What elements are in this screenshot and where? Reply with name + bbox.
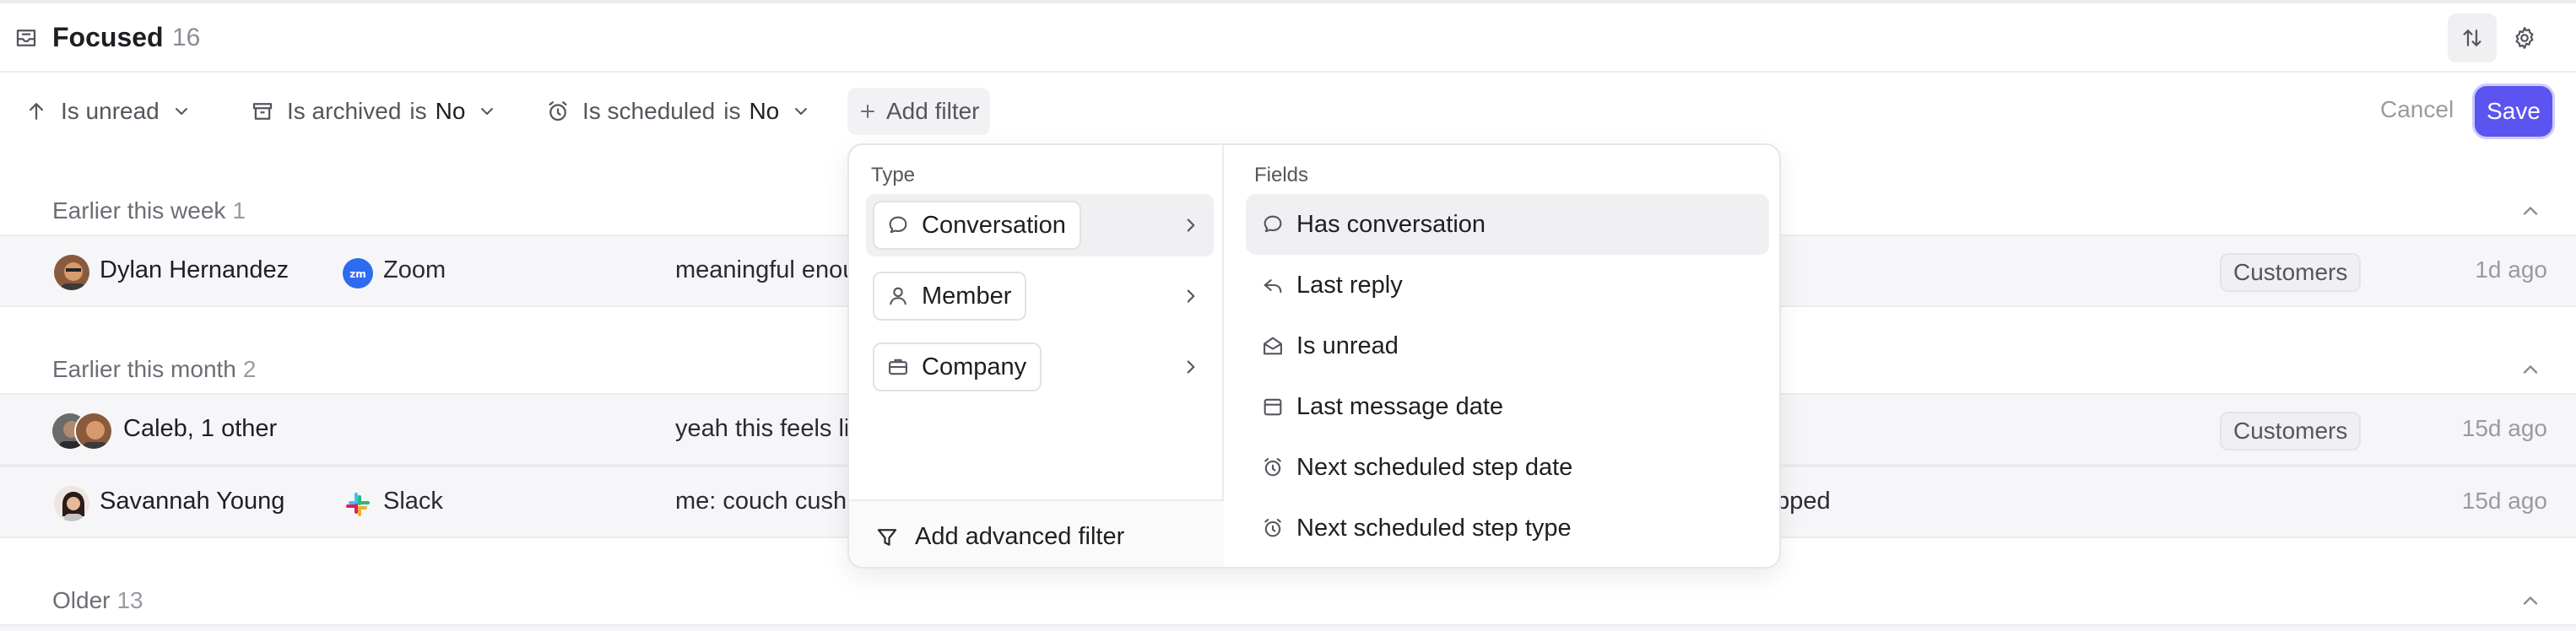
- scheduled-filter-chip[interactable]: Is scheduled is No: [545, 88, 811, 135]
- chevron-right-icon: [1187, 289, 1195, 303]
- zoom-logo-icon: zm: [343, 258, 373, 289]
- field-item-is-unread[interactable]: Is unread: [1246, 316, 1769, 376]
- archived-filter-label: Is archived: [287, 98, 402, 124]
- add-filter-dropdown: Type Conversation Member Company Add adv…: [847, 143, 1781, 569]
- chevron-up-icon[interactable]: [2519, 589, 2542, 612]
- source-name: Zoom: [383, 256, 446, 283]
- alarm-clock-icon: [1264, 458, 1281, 477]
- avatar: [52, 253, 91, 292]
- sort-arrows-icon: [2463, 30, 2481, 46]
- chevron-down-icon: [481, 108, 494, 115]
- filter-bar: Is unread Is archived is No Is scheduled…: [0, 84, 2576, 138]
- timestamp: 15d ago: [2461, 415, 2547, 441]
- sort-chip[interactable]: Is unread: [24, 88, 192, 135]
- scheduled-filter-label: Is scheduled: [582, 98, 716, 124]
- group-count: 13: [116, 587, 143, 613]
- type-item-label: Conversation: [922, 211, 1066, 239]
- archived-filter-value: No: [435, 98, 466, 124]
- chevron-up-icon[interactable]: [2519, 358, 2542, 381]
- alarm-clock-icon: [1264, 519, 1281, 537]
- group-header-this-month[interactable]: Earlier this month 2: [52, 356, 256, 383]
- field-item-label: Next scheduled step date: [1296, 454, 1573, 481]
- status-badge: Customers: [2220, 412, 2362, 450]
- group-count: 1: [232, 197, 246, 224]
- field-item-next-step-type[interactable]: Next scheduled step type: [1246, 498, 1769, 558]
- calendar-icon: [1264, 398, 1282, 416]
- field-item-last-message-date[interactable]: Last message date: [1246, 376, 1769, 437]
- type-heading: Type: [871, 164, 916, 186]
- scheduled-filter-value: No: [749, 98, 780, 124]
- funnel-icon: [877, 529, 897, 546]
- field-item-label: Last message date: [1296, 393, 1504, 420]
- add-advanced-filter-label: Add advanced filter: [915, 523, 1125, 550]
- contact-name: Dylan Hernandez: [100, 256, 290, 283]
- sort-toggle[interactable]: [2448, 13, 2497, 62]
- arrow-up-icon: [30, 103, 43, 120]
- message-preview: me: couch cush: [675, 488, 847, 515]
- source-name: Slack: [383, 488, 443, 515]
- type-item-company[interactable]: Company: [866, 336, 1214, 398]
- message-preview: meaningful enou: [675, 256, 857, 283]
- sort-chip-label: Is unread: [61, 98, 160, 124]
- type-item-conversation[interactable]: Conversation: [866, 194, 1214, 256]
- envelope-open-icon: [1264, 337, 1282, 355]
- field-item-label: Has conversation: [1296, 211, 1486, 238]
- field-item-has-conversation[interactable]: Has conversation: [1246, 194, 1769, 255]
- field-item-label: Next scheduled step type: [1296, 515, 1572, 542]
- message-preview: yeah this feels li: [675, 415, 850, 442]
- cancel-button[interactable]: Cancel: [2380, 96, 2454, 123]
- settings-button[interactable]: [2500, 13, 2549, 62]
- add-filter-label: Add filter: [886, 98, 980, 124]
- page-title: Focused: [52, 22, 164, 52]
- chat-bubble-icon: [889, 216, 907, 234]
- inbox-tray-icon: [14, 25, 39, 51]
- contact-name: Caleb, 1 other: [123, 415, 278, 442]
- chat-bubble-icon: [1264, 215, 1282, 233]
- reply-icon: [1264, 279, 1282, 294]
- archive-box-icon: [252, 103, 273, 120]
- status-badge: Customers: [2220, 253, 2362, 292]
- add-filter-button[interactable]: Add filter: [847, 88, 990, 135]
- next-row-edge: [0, 624, 2576, 631]
- type-item-label: Company: [922, 353, 1027, 380]
- scheduled-filter-operator: is: [723, 98, 741, 124]
- svg-text:zm: zm: [349, 268, 366, 280]
- group-title: Earlier this month: [52, 356, 236, 382]
- field-item-last-reply[interactable]: Last reply: [1246, 255, 1769, 316]
- gear-icon: [2515, 27, 2534, 49]
- group-title: Older: [52, 587, 111, 613]
- avatar: [52, 484, 91, 523]
- plus-icon: [861, 105, 874, 118]
- slack-logo-icon: [343, 489, 373, 520]
- field-item-label: Is unread: [1296, 332, 1399, 359]
- type-item-label: Member: [922, 282, 1012, 310]
- chevron-right-icon: [1187, 218, 1195, 232]
- alarm-clock-icon: [549, 101, 567, 121]
- timestamp: 1d ago: [2475, 256, 2547, 283]
- page-count: 16: [172, 24, 201, 51]
- group-header-this-week[interactable]: Earlier this week 1: [52, 197, 246, 224]
- person-icon: [890, 287, 906, 305]
- chevron-down-icon: [795, 108, 808, 115]
- avatar: [74, 412, 113, 450]
- chevron-down-icon: [175, 108, 187, 115]
- archived-filter-operator: is: [409, 98, 427, 124]
- chevron-right-icon: [1187, 360, 1195, 374]
- group-count: 2: [242, 356, 257, 382]
- group-title: Earlier this week: [52, 197, 226, 224]
- timestamp: 15d ago: [2461, 488, 2547, 514]
- archived-filter-chip[interactable]: Is archived is No: [250, 88, 497, 135]
- field-item-label: Last reply: [1296, 272, 1403, 299]
- chevron-up-icon[interactable]: [2519, 199, 2542, 223]
- contact-name: Savannah Young: [100, 488, 285, 515]
- field-item-next-step-date[interactable]: Next scheduled step date: [1246, 437, 1769, 498]
- add-advanced-filter-button[interactable]: Add advanced filter: [849, 499, 1224, 567]
- save-button[interactable]: Save: [2475, 86, 2552, 137]
- group-header-older[interactable]: Older 13: [52, 587, 143, 614]
- fields-heading: Fields: [1254, 164, 1309, 186]
- type-item-member[interactable]: Member: [866, 265, 1214, 327]
- view-header: Focused 16: [0, 3, 2576, 73]
- briefcase-icon: [889, 359, 907, 375]
- type-column: Type Conversation Member Company Add adv…: [849, 145, 1224, 567]
